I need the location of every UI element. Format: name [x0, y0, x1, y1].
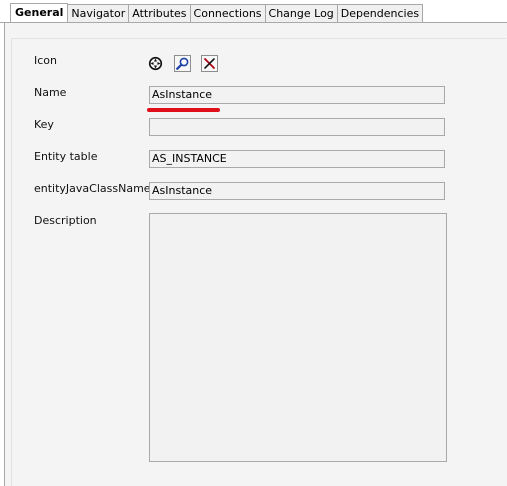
name-field[interactable]: AsInstance — [149, 86, 445, 104]
key-label: Key — [34, 118, 54, 131]
description-label: Description — [34, 214, 97, 227]
crosshair-icon[interactable] — [147, 55, 164, 72]
tab-change-log[interactable]: Change Log — [265, 4, 338, 22]
tab-dependencies[interactable]: Dependencies — [337, 4, 424, 22]
entity-editor: General Navigator Attributes Connections… — [0, 0, 507, 486]
icon-label: Icon — [34, 54, 57, 67]
tab-navigator[interactable]: Navigator — [68, 4, 130, 22]
entity-table-field[interactable]: AS_INSTANCE — [149, 150, 445, 168]
magnifier-icon[interactable] — [174, 55, 191, 72]
tab-strip: General Navigator Attributes Connections… — [10, 3, 424, 22]
clear-x-icon[interactable] — [201, 55, 218, 72]
entity-java-class-field[interactable]: AsInstance — [149, 182, 445, 200]
key-field[interactable] — [149, 118, 445, 136]
highlight-underline — [147, 108, 220, 112]
name-label: Name — [34, 86, 67, 99]
tab-connections[interactable]: Connections — [190, 4, 266, 22]
tab-general[interactable]: General — [10, 3, 69, 22]
description-textarea[interactable] — [149, 213, 447, 462]
entity-java-class-label: entityJavaClassName — [34, 182, 151, 195]
entity-table-label: Entity table — [34, 150, 98, 163]
tab-divider — [0, 22, 507, 23]
tab-attributes[interactable]: Attributes — [129, 4, 191, 22]
